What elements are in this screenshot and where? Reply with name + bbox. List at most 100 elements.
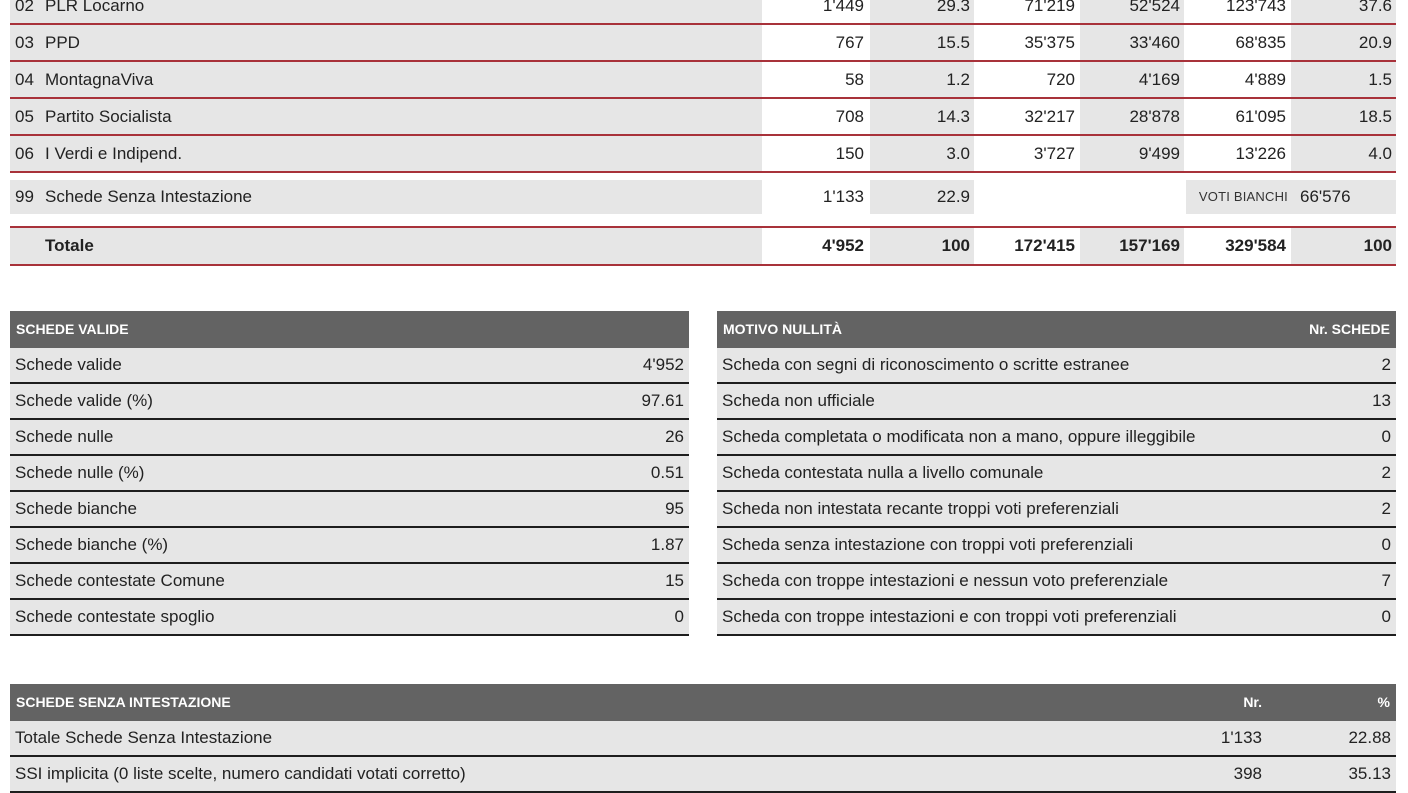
list-item: SSI implicita (0 liste scelte, numero ca… [10, 757, 1396, 793]
cell-pct: 14.3 [870, 99, 974, 134]
row-bg [10, 25, 762, 60]
total-label: Totale [45, 236, 94, 255]
cell-pct: 1.2 [870, 62, 974, 97]
party-row-02: 02 PLR Locarno 1'449 29.3 71'219 52'524 … [10, 0, 1396, 25]
list-item: Schede bianche (%) 1.87 [10, 528, 689, 564]
row-value: 0 [1381, 607, 1391, 626]
cell-pct: 15.5 [870, 25, 974, 60]
row-label: SSI implicita (0 liste scelte, numero ca… [15, 764, 466, 783]
cell-pct: 100 [870, 228, 974, 264]
list-item: Schede valide 4'952 [10, 348, 689, 384]
cell-total: 13'226 [1186, 136, 1290, 171]
cell-pct2: 37.6 [1291, 0, 1396, 23]
party-code: 99 [15, 187, 34, 206]
party-code: 05 [15, 107, 34, 126]
list-item: Schede contestate Comune 15 [10, 564, 689, 600]
row-value: 2 [1381, 499, 1391, 518]
row-label: Scheda non ufficiale [722, 391, 875, 410]
list-item: Totale Schede Senza Intestazione 1'133 2… [10, 721, 1396, 757]
row-label: Scheda contestata nulla a livello comuna… [722, 463, 1044, 482]
cell-v2: 28'878 [1080, 99, 1184, 134]
cell-schede: 708 [764, 99, 868, 134]
row-value: 2 [1381, 355, 1391, 374]
row-nr: 398 [1233, 764, 1262, 783]
null-reasons-panel: MOTIVO NULLITÀ Nr. SCHEDE Scheda con seg… [717, 311, 1396, 636]
panel-header: MOTIVO NULLITÀ Nr. SCHEDE [717, 311, 1396, 348]
cell-v1: 720 [975, 62, 1079, 97]
cell-pct2: 20.9 [1291, 25, 1396, 60]
cell-v1: 3'727 [975, 136, 1079, 171]
cell-total: 61'095 [1186, 99, 1290, 134]
row-label: Scheda con segni di riconoscimento o scr… [722, 355, 1130, 374]
cell-pct: 29.3 [870, 0, 974, 23]
row-value: 0 [1381, 535, 1391, 554]
row-pct: 35.13 [1348, 764, 1391, 783]
list-item: Schede nulle (%) 0.51 [10, 456, 689, 492]
row-value: 1.87 [650, 535, 684, 554]
cell-schede: 150 [764, 136, 868, 171]
cell-schede: 1'133 [764, 180, 868, 214]
column-header-count: Nr. SCHEDE [1309, 321, 1390, 337]
row-label: Schede contestate Comune [15, 571, 225, 590]
row-value: 0 [674, 607, 684, 626]
blank-votes-cell: VOTI BIANCHI 66'576 [1186, 180, 1396, 214]
results-table: 02 PLR Locarno 1'449 29.3 71'219 52'524 … [10, 0, 1396, 266]
column-header-pct: % [1377, 694, 1390, 710]
row-value: 13 [1372, 391, 1391, 410]
list-item: Scheda con troppe intestazioni e con tro… [717, 600, 1396, 636]
party-name: Schede Senza Intestazione [45, 187, 252, 206]
row-label: Schede contestate spoglio [15, 607, 215, 626]
column-header-nr: Nr. [1243, 694, 1262, 710]
row-label: Scheda completata o modificata non a man… [722, 427, 1196, 446]
ssi-row: 99 Schede Senza Intestazione 1'133 22.9 … [10, 180, 1396, 214]
row-value: 26 [665, 427, 684, 446]
cell-pct: 22.9 [870, 180, 974, 214]
row-nr: 1'133 [1220, 728, 1262, 747]
party-row-05: 05 Partito Socialista 708 14.3 32'217 28… [10, 99, 1396, 136]
list-item: Scheda non intestata recante troppi voti… [717, 492, 1396, 528]
panel-title: SCHEDE VALIDE [16, 321, 129, 337]
cell-pct2: 4.0 [1291, 136, 1396, 171]
row-value: 0 [1381, 427, 1391, 446]
row-label: Schede nulle (%) [15, 463, 145, 482]
cell-total: 123'743 [1186, 0, 1290, 23]
list-item: Scheda con troppe intestazioni e nessun … [717, 564, 1396, 600]
cell-schede: 58 [764, 62, 868, 97]
row-label: Scheda con troppe intestazioni e nessun … [722, 571, 1169, 590]
party-name: Partito Socialista [45, 107, 172, 126]
cell-pct2: 100 [1291, 228, 1396, 264]
row-value: 15 [665, 571, 684, 590]
unheaded-ballots-panel: SCHEDE SENZA INTESTAZIONE Nr. % Totale S… [10, 684, 1396, 793]
row-pct: 22.88 [1348, 728, 1391, 747]
valid-ballots-panel: SCHEDE VALIDE Schede valide 4'952 Schede … [10, 311, 689, 636]
row-label: Scheda con troppe intestazioni e con tro… [722, 607, 1177, 626]
row-value: 7 [1381, 571, 1391, 590]
row-label: Totale Schede Senza Intestazione [15, 728, 273, 747]
party-name: PLR Locarno [45, 0, 145, 15]
party-code: 02 [15, 0, 34, 15]
cell-v1: 71'219 [975, 0, 1079, 23]
row-label: Schede valide [15, 355, 122, 374]
blank-votes-value: 66'576 [1300, 187, 1351, 206]
cell-total: 329'584 [1186, 228, 1290, 264]
party-code: 06 [15, 144, 34, 163]
blank-votes-label: VOTI BIANCHI [1198, 189, 1288, 204]
cell-v2: 9'499 [1080, 136, 1184, 171]
row-label: Schede bianche [15, 499, 137, 518]
list-item: Schede contestate spoglio 0 [10, 600, 689, 636]
row-label: Schede nulle [15, 427, 114, 446]
list-item: Scheda senza intestazione con troppi vot… [717, 528, 1396, 564]
cell-schede: 4'952 [764, 228, 868, 264]
party-code: 03 [15, 33, 34, 52]
cell-schede: 767 [764, 25, 868, 60]
party-name: I Verdi e Indipend. [45, 144, 183, 163]
cell-total: 4'889 [1186, 62, 1290, 97]
party-row-06: 06 I Verdi e Indipend. 150 3.0 3'727 9'4… [10, 136, 1396, 173]
list-item: Schede nulle 26 [10, 420, 689, 456]
cell-pct2: 18.5 [1291, 99, 1396, 134]
row-value: 97.61 [641, 391, 684, 410]
cell-v1: 172'415 [975, 228, 1079, 264]
row-label: Schede valide (%) [15, 391, 153, 410]
cell-v2: 52'524 [1080, 0, 1184, 23]
row-value: 4'952 [642, 355, 684, 374]
